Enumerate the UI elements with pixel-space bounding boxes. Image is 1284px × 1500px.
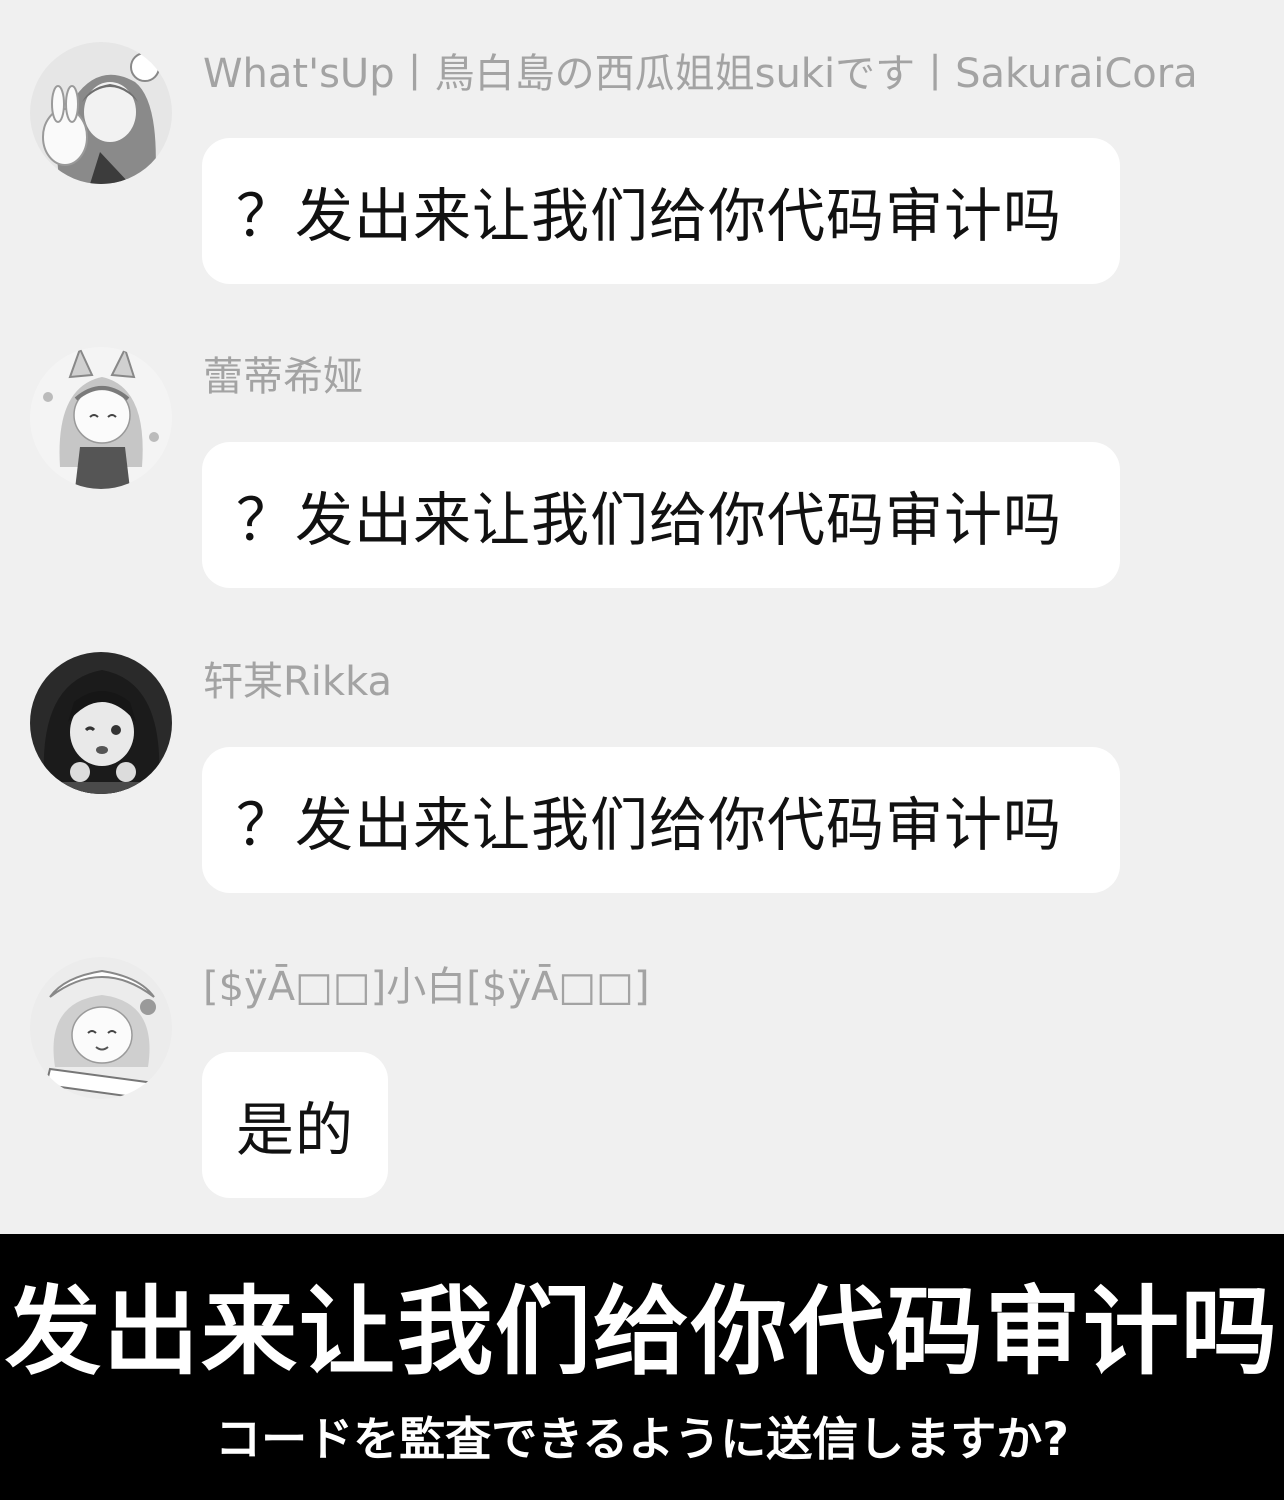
message-bubble[interactable]: ？发出来让我们给你代码审计吗 [202,442,1120,588]
anime-girl-dark-hair-avatar-icon[interactable] [30,652,172,794]
subtitle-caption-band: 发出来让我们给你代码审计吗 コードを監査できるように送信しますか? [0,1234,1284,1500]
message-bubble[interactable]: ？发出来让我们给你代码审计吗 [202,138,1120,284]
message-bubble[interactable]: 是的 [202,1052,388,1198]
sender-name: What'sUp丨鳥白島の西瓜姐姐sukiです丨SakuraiCora [203,51,1198,97]
message-bubble[interactable]: ？发出来让我们给你代码审计吗 [202,747,1120,893]
anime-maid-girl-avatar-icon[interactable] [30,957,172,1099]
sender-name: 蕾蒂希娅 [203,354,363,400]
chat-area: What'sUp丨鳥白島の西瓜姐姐sukiです丨SakuraiCora ？发出来… [0,0,1284,1234]
sender-name: 轩某Rikka [203,659,393,705]
anime-catgirl-avatar-icon[interactable] [30,347,172,489]
caption-main-text: 发出来让我们给你代码审计吗 [5,1276,1279,1388]
sender-name: [$ÿĀ□□]小白[$ÿĀ□□] [203,964,650,1010]
caption-sub-text: コードを監査できるように送信しますか? [215,1412,1069,1466]
anime-girl-with-bunny-avatar-icon[interactable] [30,42,172,184]
